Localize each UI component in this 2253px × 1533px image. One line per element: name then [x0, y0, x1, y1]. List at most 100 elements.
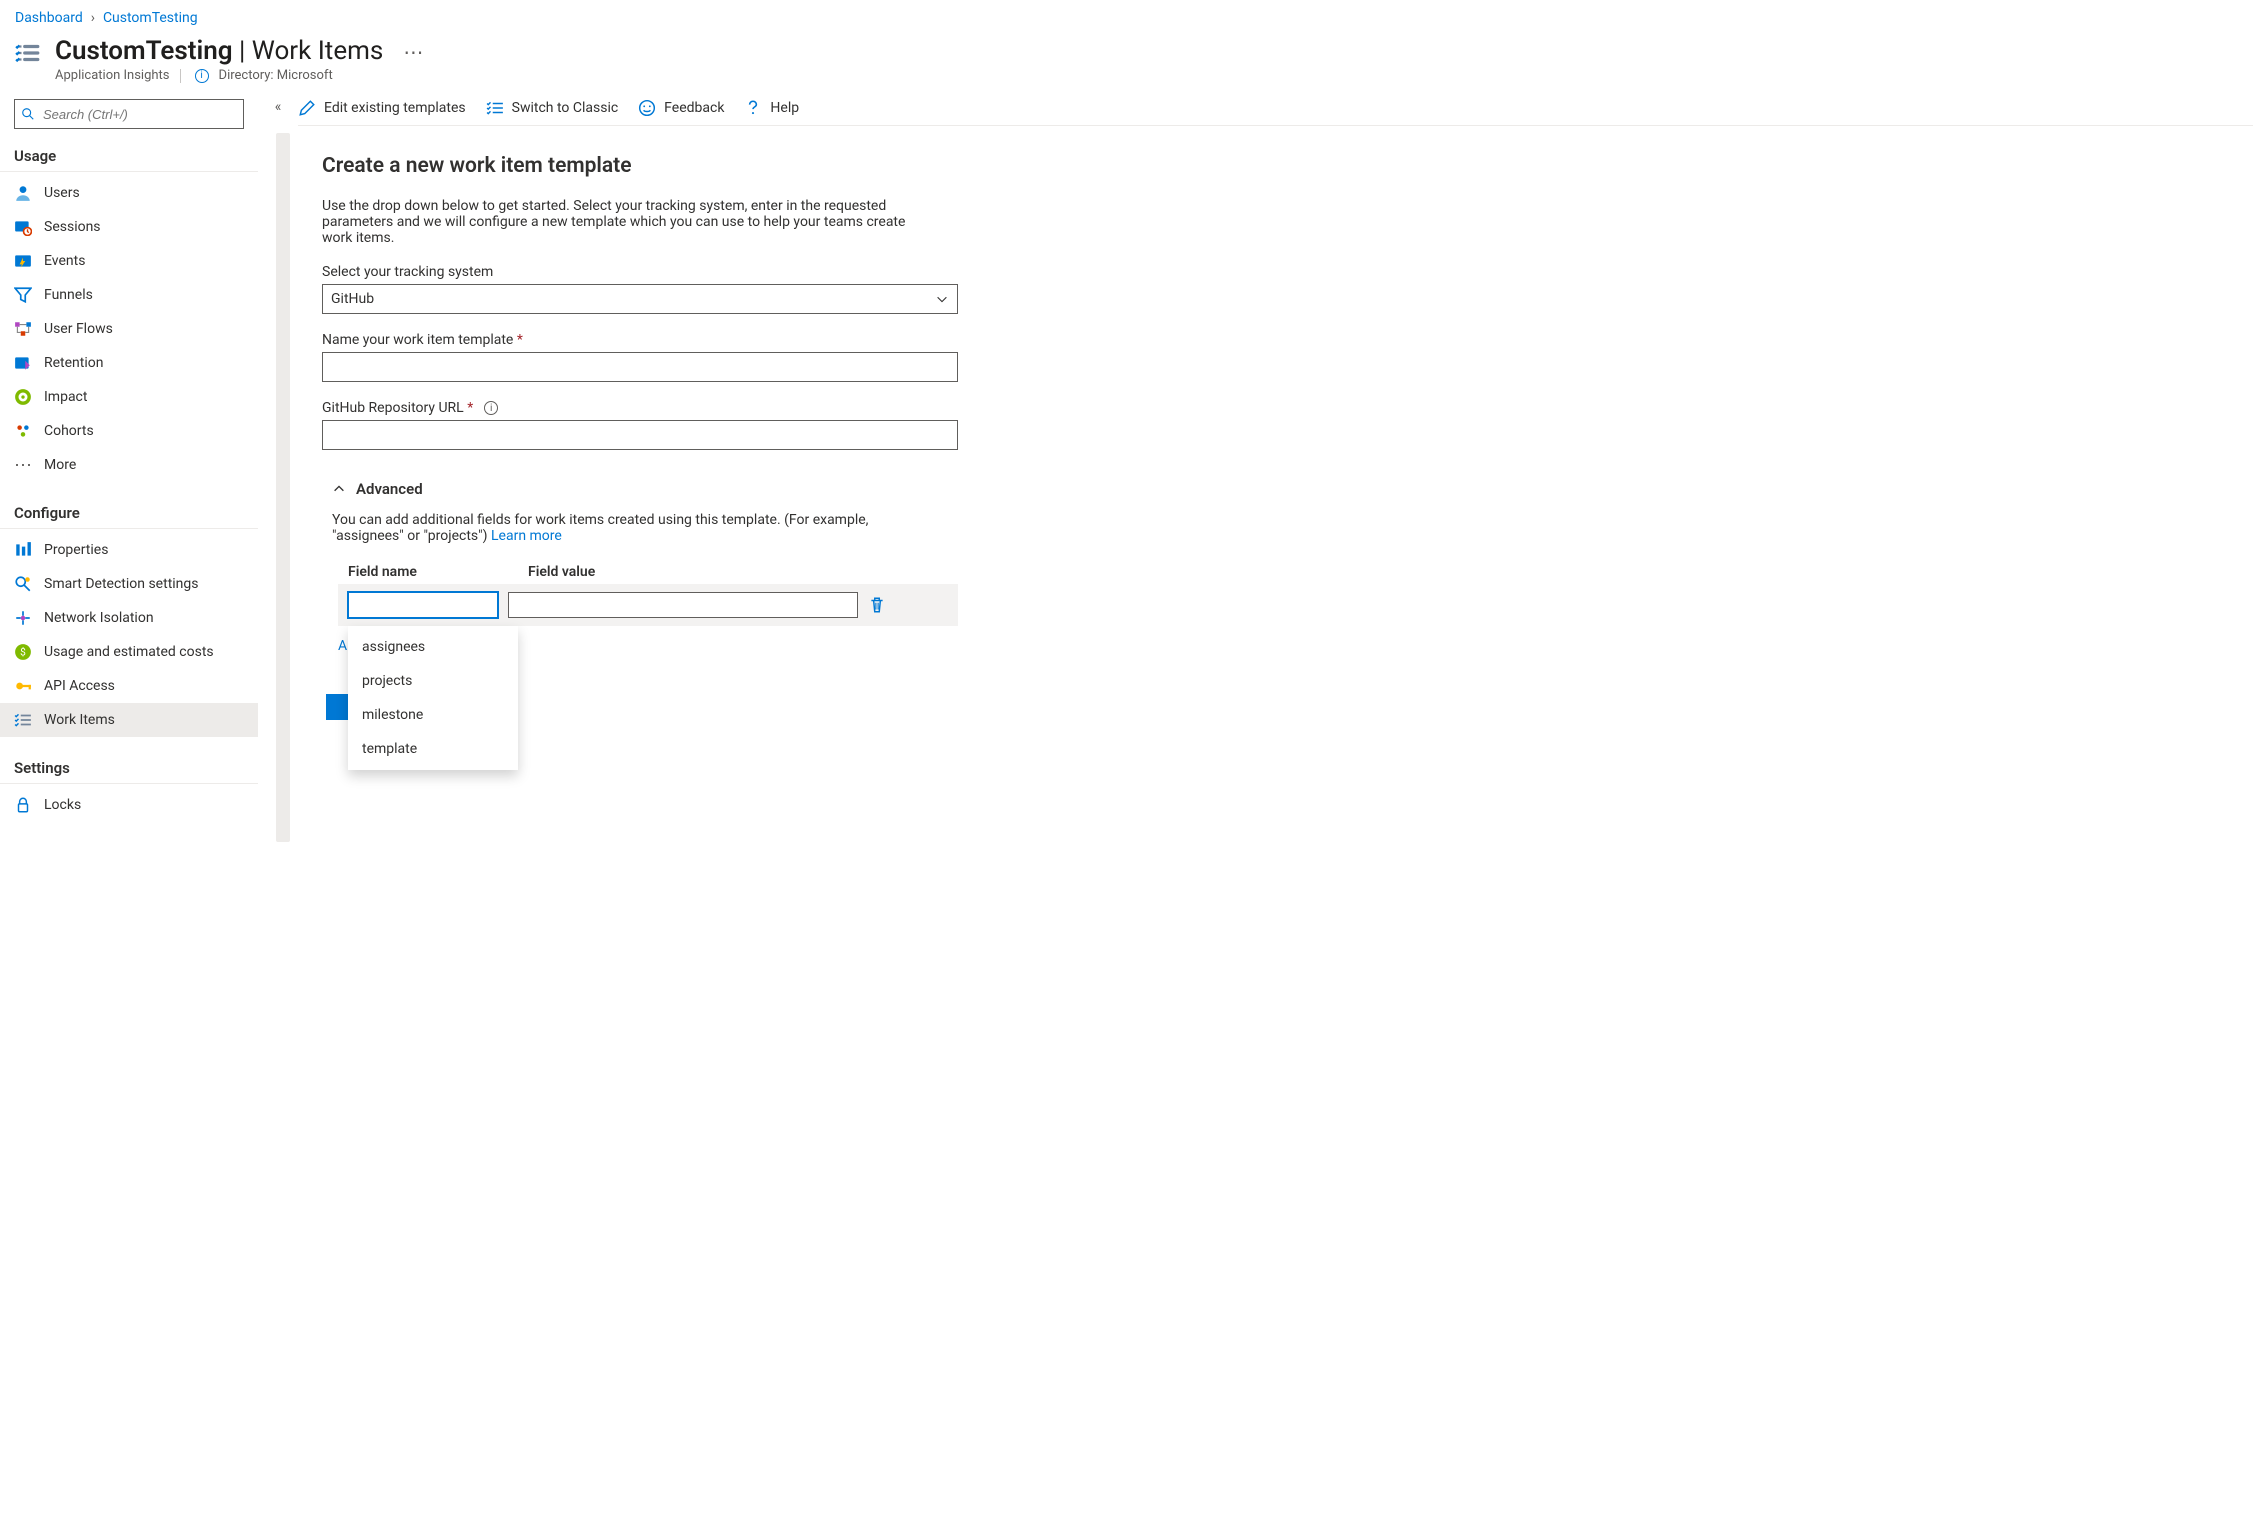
advanced-learn-more-link[interactable]: Learn more	[491, 528, 562, 544]
sidebar-item-label: Network Isolation	[44, 610, 154, 626]
sidebar-item-label: User Flows	[44, 321, 113, 337]
field-value-input[interactable]	[508, 592, 858, 618]
sidebar-item-label: Sessions	[44, 219, 101, 235]
sidebar-item-label: Users	[44, 185, 80, 201]
sidebar-section-usage: Usage	[0, 139, 258, 172]
breadcrumb-dashboard[interactable]: Dashboard	[15, 10, 83, 26]
cmd-feedback[interactable]: Feedback	[638, 99, 724, 117]
repo-url-label: GitHub Repository URL * i	[322, 400, 958, 416]
cmd-edit-templates[interactable]: Edit existing templates	[298, 99, 466, 117]
sidebar-item-label: Work Items	[44, 712, 115, 728]
sidebar-item-user-flows[interactable]: User Flows	[0, 312, 258, 346]
users-icon	[14, 184, 32, 202]
smiley-icon	[638, 99, 656, 117]
sidebar-item-events[interactable]: Events	[0, 244, 258, 278]
cohorts-icon	[14, 422, 32, 440]
smart-detection-icon	[14, 575, 32, 593]
retention-icon	[14, 354, 32, 372]
more-icon[interactable]: ⋯	[403, 42, 423, 62]
sidebar-item-label: Smart Detection settings	[44, 576, 199, 592]
sidebar-item-label: Retention	[44, 355, 104, 371]
help-icon	[744, 99, 762, 117]
impact-icon	[14, 388, 32, 406]
form-title: Create a new work item template	[322, 154, 958, 178]
sidebar-item-label: Impact	[44, 389, 87, 405]
properties-icon	[14, 541, 32, 559]
sidebar-item-usage-costs[interactable]: $ Usage and estimated costs	[0, 635, 258, 669]
chevron-up-icon	[332, 482, 346, 496]
template-name-input[interactable]	[322, 352, 958, 382]
work-items-nav-icon	[14, 711, 32, 729]
sidebar-item-work-items[interactable]: Work Items	[0, 703, 258, 737]
page-title: CustomTesting | Work Items	[55, 36, 383, 66]
pencil-icon	[298, 99, 316, 117]
events-icon	[14, 252, 32, 270]
sidebar-item-retention[interactable]: Retention	[0, 346, 258, 380]
sidebar-item-label: Cohorts	[44, 423, 94, 439]
info-icon[interactable]: i	[484, 401, 498, 415]
sidebar-item-sessions[interactable]: Sessions	[0, 210, 258, 244]
tracking-system-select[interactable]: GitHub	[322, 284, 958, 314]
form-intro: Use the drop down below to get started. …	[322, 198, 922, 246]
sidebar-section-settings: Settings	[0, 751, 258, 784]
sidebar-item-funnels[interactable]: Funnels	[0, 278, 258, 312]
breadcrumb-resource[interactable]: CustomTesting	[103, 10, 198, 26]
cmd-switch-classic[interactable]: Switch to Classic	[486, 99, 619, 117]
field-name-dropdown: assignees projects milestone template	[348, 626, 518, 770]
sidebar-item-label: Funnels	[44, 287, 93, 303]
sidebar-item-cohorts[interactable]: Cohorts	[0, 414, 258, 448]
more-icon: ⋯	[14, 456, 32, 474]
sidebar-item-more[interactable]: ⋯ More	[0, 448, 258, 482]
info-icon[interactable]: i	[195, 69, 209, 83]
network-isolation-icon	[14, 609, 32, 627]
chevron-right-icon: ›	[91, 10, 95, 26]
svg-text:$: $	[20, 645, 26, 658]
sidebar-item-users[interactable]: Users	[0, 176, 258, 210]
dropdown-option-assignees[interactable]: assignees	[348, 630, 518, 664]
list-check-icon	[486, 99, 504, 117]
add-field-link[interactable]: A	[338, 638, 347, 654]
sidebar-item-label: Locks	[44, 797, 81, 813]
sidebar-item-label: More	[44, 457, 76, 473]
col-field-name: Field name	[348, 564, 518, 580]
chevron-down-icon	[935, 292, 949, 306]
resource-type-label: Application Insights	[55, 68, 170, 83]
delete-row-button[interactable]	[868, 596, 898, 614]
dropdown-option-template[interactable]: template	[348, 732, 518, 766]
command-bar: Edit existing templates Switch to Classi…	[298, 93, 2253, 126]
cmd-help[interactable]: Help	[744, 99, 799, 117]
sessions-icon	[14, 218, 32, 236]
sidebar-search[interactable]	[14, 99, 244, 129]
tracking-system-label: Select your tracking system	[322, 264, 958, 280]
directory-label: Directory: Microsoft	[219, 68, 333, 83]
sidebar-item-label: API Access	[44, 678, 115, 694]
work-items-icon	[15, 40, 41, 66]
user-flows-icon	[14, 320, 32, 338]
search-icon	[21, 107, 35, 121]
sidebar-item-label: Usage and estimated costs	[44, 644, 214, 660]
collapse-sidebar-button[interactable]: «	[275, 99, 282, 842]
dropdown-option-projects[interactable]: projects	[348, 664, 518, 698]
trash-icon	[868, 596, 886, 614]
sidebar-item-network-isolation[interactable]: Network Isolation	[0, 601, 258, 635]
template-name-label: Name your work item template *	[322, 332, 958, 348]
sidebar-item-locks[interactable]: Locks	[0, 788, 258, 822]
advanced-field-row	[338, 584, 958, 626]
repo-url-input[interactable]	[322, 420, 958, 450]
sidebar-item-properties[interactable]: Properties	[0, 533, 258, 567]
locks-icon	[14, 796, 32, 814]
field-name-input[interactable]	[348, 592, 498, 618]
usage-costs-icon: $	[14, 643, 32, 661]
sidebar-search-input[interactable]	[41, 106, 237, 123]
sidebar-item-api-access[interactable]: API Access	[0, 669, 258, 703]
col-field-value: Field value	[528, 564, 888, 580]
sidebar-item-smart-detection[interactable]: Smart Detection settings	[0, 567, 258, 601]
sidebar-item-label: Events	[44, 253, 85, 269]
dropdown-option-milestone[interactable]: milestone	[348, 698, 518, 732]
advanced-description: You can add additional fields for work i…	[332, 512, 922, 544]
advanced-toggle[interactable]: Advanced	[332, 480, 958, 498]
funnels-icon	[14, 286, 32, 304]
breadcrumb: Dashboard › CustomTesting	[0, 0, 2253, 32]
sidebar-item-impact[interactable]: Impact	[0, 380, 258, 414]
sidebar: Usage Users Sessions Events Funnels User…	[0, 93, 258, 842]
